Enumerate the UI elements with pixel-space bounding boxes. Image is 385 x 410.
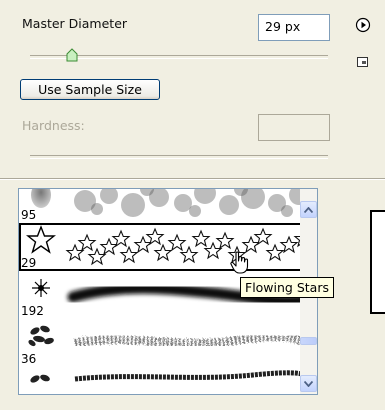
master-diameter-label: Master Diameter (22, 16, 128, 31)
brush-size-label: 95 (21, 208, 37, 222)
master-diameter-slider-thumb[interactable] (66, 48, 78, 62)
brush-preset-row[interactable]: 95 (19, 189, 317, 223)
leaf-cluster-icon (28, 325, 54, 347)
hand-pointer-icon (230, 251, 249, 274)
slider-thumb-icon (66, 48, 78, 62)
hardness-label: Hardness: (22, 118, 85, 133)
brush-name-tooltip: Flowing Stars (240, 277, 334, 298)
play-circle-icon (355, 17, 371, 33)
brush-stroke-preview (74, 189, 309, 217)
brush-preset-row[interactable]: 36 (19, 319, 317, 367)
section-divider (0, 178, 385, 180)
hardness-input (258, 114, 330, 141)
panel-menu-button[interactable] (355, 17, 371, 33)
brush-size-label: 36 (21, 352, 37, 366)
brush-stroke-preview (74, 332, 313, 350)
brush-stroke-preview (74, 370, 314, 382)
new-preset-button[interactable] (356, 55, 370, 69)
scroll-down-button[interactable] (300, 375, 317, 392)
hardness-slider-track (30, 155, 328, 159)
scroll-up-button[interactable] (300, 201, 317, 218)
new-preset-icon (357, 57, 368, 67)
brush-size-label: 192 (21, 304, 44, 318)
chevron-down-icon (304, 380, 313, 387)
use-sample-size-button[interactable]: Use Sample Size (20, 79, 160, 100)
master-diameter-input[interactable]: 29 px (258, 14, 330, 41)
brush-size-label: 29 (21, 256, 37, 270)
leaf-cluster-icon (30, 374, 50, 383)
star-outline-icon (26, 225, 56, 254)
brush-preset-row[interactable] (19, 367, 317, 394)
scroll-thumb[interactable] (300, 337, 317, 345)
burst-icon (32, 279, 50, 297)
brush-preset-row-flowing-stars[interactable]: 29 (19, 223, 317, 271)
chevron-up-icon (304, 206, 313, 213)
brush-preview-box (370, 210, 385, 314)
brush-stroke-preview (66, 228, 312, 265)
brush-picker-panel: Master Diameter 29 px Use Sample Size Ha… (0, 0, 385, 410)
